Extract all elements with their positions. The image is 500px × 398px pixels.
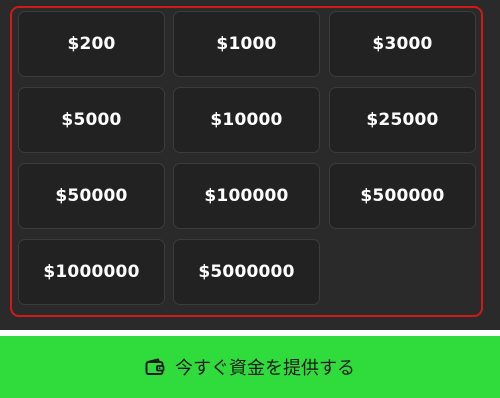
amount-button-1000[interactable]: $1000: [173, 11, 320, 77]
wallet-icon: [145, 358, 165, 376]
amount-button-3000[interactable]: $3000: [329, 11, 476, 77]
fund-now-button[interactable]: 今すぐ資金を提供する: [0, 336, 500, 398]
amount-button-25000[interactable]: $25000: [329, 87, 476, 153]
fund-now-label: 今すぐ資金を提供する: [175, 358, 355, 379]
amount-button-10000[interactable]: $10000: [173, 87, 320, 153]
amount-button-200[interactable]: $200: [18, 11, 165, 77]
amount-button-1000000[interactable]: $1000000: [18, 239, 165, 305]
amount-button-5000000[interactable]: $5000000: [173, 239, 320, 305]
amount-button-500000[interactable]: $500000: [329, 163, 476, 229]
amount-button-100000[interactable]: $100000: [173, 163, 320, 229]
amount-button-5000[interactable]: $5000: [18, 87, 165, 153]
amount-grid: $200 $1000 $3000 $5000 $10000 $25000 $50…: [0, 0, 500, 330]
amount-button-50000[interactable]: $50000: [18, 163, 165, 229]
